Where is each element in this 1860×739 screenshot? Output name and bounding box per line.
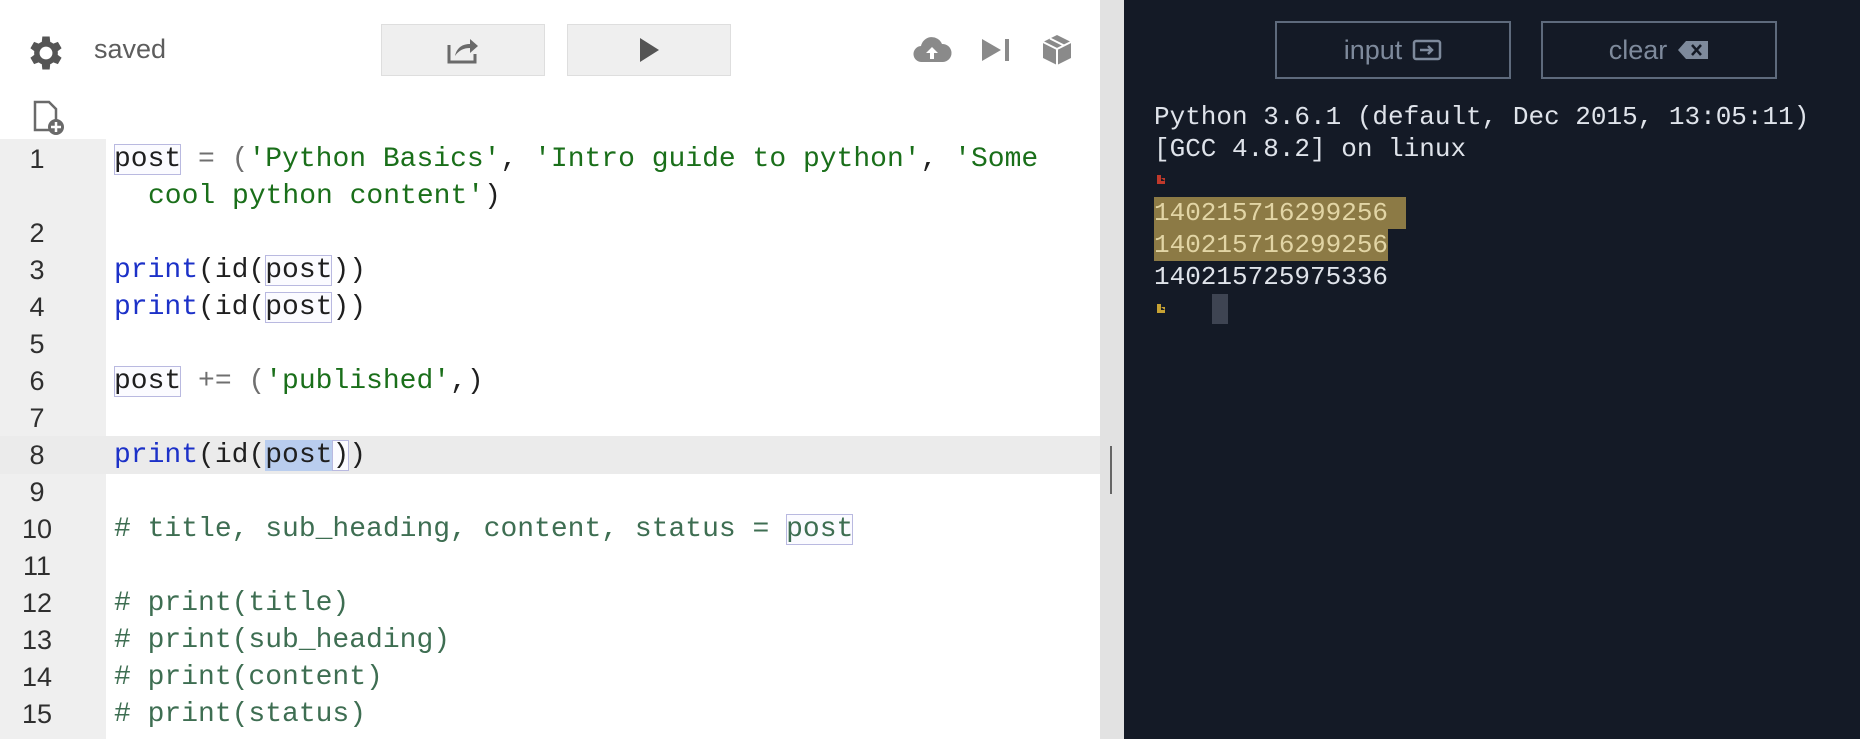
- line-number: 15: [21, 699, 53, 729]
- code-line-13[interactable]: # print(sub_heading): [114, 622, 450, 659]
- splitter-handle[interactable]: [1110, 446, 1112, 494]
- line-number: 3: [29, 255, 45, 285]
- prompt-arrow-icon: [1157, 175, 1165, 184]
- line-number: 1: [29, 144, 45, 174]
- token-call: id: [214, 440, 249, 471]
- console-banner-line: [GCC 4.8.2] on linux: [1154, 134, 1467, 164]
- token-variable: post: [114, 366, 182, 397]
- prompt-arrow-icon: [1157, 304, 1165, 313]
- token-comment: # print(status): [114, 699, 367, 730]
- token-comment-match: post: [786, 514, 854, 545]
- share-button[interactable]: [381, 24, 545, 76]
- token-string: 'Intro guide to python': [534, 144, 921, 175]
- token-punct: ): [484, 181, 501, 212]
- line-number: 9: [29, 477, 45, 507]
- save-status: saved: [94, 34, 167, 64]
- line-number: 5: [29, 329, 45, 359]
- code-line-6[interactable]: post += ('published',): [114, 363, 484, 400]
- token-punct: ,): [450, 366, 484, 397]
- console-output-line: 140215716299256: [1154, 229, 1389, 261]
- token-variable: post: [114, 144, 182, 175]
- line-number: 4: [29, 292, 45, 322]
- token-variable: post: [265, 255, 333, 286]
- settings-button[interactable]: [24, 31, 68, 75]
- token-comment: # print(title): [114, 588, 350, 619]
- token-string: 'Python Basics': [248, 144, 501, 175]
- line-number: 13: [21, 625, 53, 655]
- play-icon: [640, 38, 659, 62]
- code-line-1[interactable]: post = ('Python Basics', 'Intro guide to…: [114, 141, 1038, 178]
- gear-icon: [30, 36, 62, 70]
- token-comment: # title, sub_heading, content, status =: [114, 514, 787, 545]
- step-button[interactable]: [978, 30, 1014, 70]
- token-builtin: print: [114, 292, 199, 323]
- share-icon: [447, 39, 478, 64]
- line-number: 14: [21, 662, 53, 692]
- token-punct: ,: [920, 144, 955, 175]
- line-number: 10: [21, 514, 53, 544]
- console-output-line: 140215716299256: [1154, 197, 1407, 229]
- toolbar: saved: [0, 0, 1100, 100]
- code-line-12[interactable]: # print(title): [114, 585, 349, 622]
- token-punct: ): [349, 440, 367, 471]
- console-banner-line: Python 3.6.1 (default, Dec 2015, 13:05:1…: [1154, 102, 1810, 132]
- token-comment: # print(content): [114, 662, 383, 693]
- code-line-15[interactable]: # print(status): [114, 696, 366, 733]
- token-string: 'published': [265, 366, 451, 397]
- clear-button-label: clear: [1608, 34, 1668, 65]
- line-number: 12: [21, 588, 53, 618]
- line-number-current: 8: [29, 440, 45, 470]
- new-file-icon: [33, 100, 64, 135]
- code-line-14[interactable]: # print(content): [114, 659, 383, 696]
- pane-splitter[interactable]: [1100, 0, 1124, 739]
- token-call: (id(: [198, 292, 266, 323]
- cloud-upload-icon: [913, 37, 952, 63]
- token-punct: )): [332, 292, 367, 323]
- selected-token: post: [265, 440, 333, 471]
- code-line-1-wrap[interactable]: cool python content'): [148, 178, 501, 215]
- token-punct: (: [248, 440, 266, 471]
- skip-forward-icon: [982, 39, 1009, 61]
- matched-bracket: ): [332, 440, 350, 471]
- token-string: 'Some: [954, 144, 1039, 175]
- packages-button[interactable]: [1039, 30, 1075, 70]
- input-button[interactable]: input: [1275, 21, 1511, 79]
- line-number: 6: [29, 366, 45, 396]
- token-operator: = (: [181, 144, 249, 175]
- code-line-4[interactable]: print(id(post)): [114, 289, 366, 326]
- input-button-label: input: [1343, 34, 1403, 65]
- token-builtin: print: [114, 255, 199, 286]
- console-output-line: 140215725975336: [1154, 262, 1389, 292]
- backspace-icon: [1678, 41, 1709, 59]
- clear-button[interactable]: clear: [1541, 21, 1777, 79]
- token-string: cool python content': [148, 181, 485, 212]
- editor-pane: saved 1 2 3 4 5 6 7 8 9 10 11 12 13 14 1…: [0, 0, 1100, 739]
- code-line-10[interactable]: # title, sub_heading, content, status = …: [114, 511, 854, 548]
- token-punct: ,: [500, 144, 535, 175]
- token-builtin: print: [114, 440, 199, 471]
- package-icon: [1042, 35, 1072, 65]
- run-button[interactable]: [567, 24, 731, 76]
- line-number: 11: [22, 551, 52, 581]
- input-icon: [1413, 39, 1442, 61]
- token-punct: )): [332, 255, 367, 286]
- token-operator: += (: [181, 366, 266, 397]
- code-line-3[interactable]: print(id(post)): [114, 252, 366, 289]
- code-line-8[interactable]: print(id(post)): [114, 437, 366, 474]
- token-punct: (: [198, 440, 215, 471]
- token-comment: # print(sub_heading): [114, 625, 451, 656]
- token-call: (id(: [198, 255, 266, 286]
- line-number: 7: [29, 403, 45, 433]
- cloud-upload-button[interactable]: [912, 30, 952, 70]
- new-file-button[interactable]: [32, 100, 66, 136]
- console-pane: input clear Python 3.6.1 (default, Dec 2…: [1124, 0, 1860, 739]
- console-caret[interactable]: [1212, 294, 1228, 324]
- token-variable: post: [265, 292, 333, 323]
- line-number: 2: [29, 218, 45, 248]
